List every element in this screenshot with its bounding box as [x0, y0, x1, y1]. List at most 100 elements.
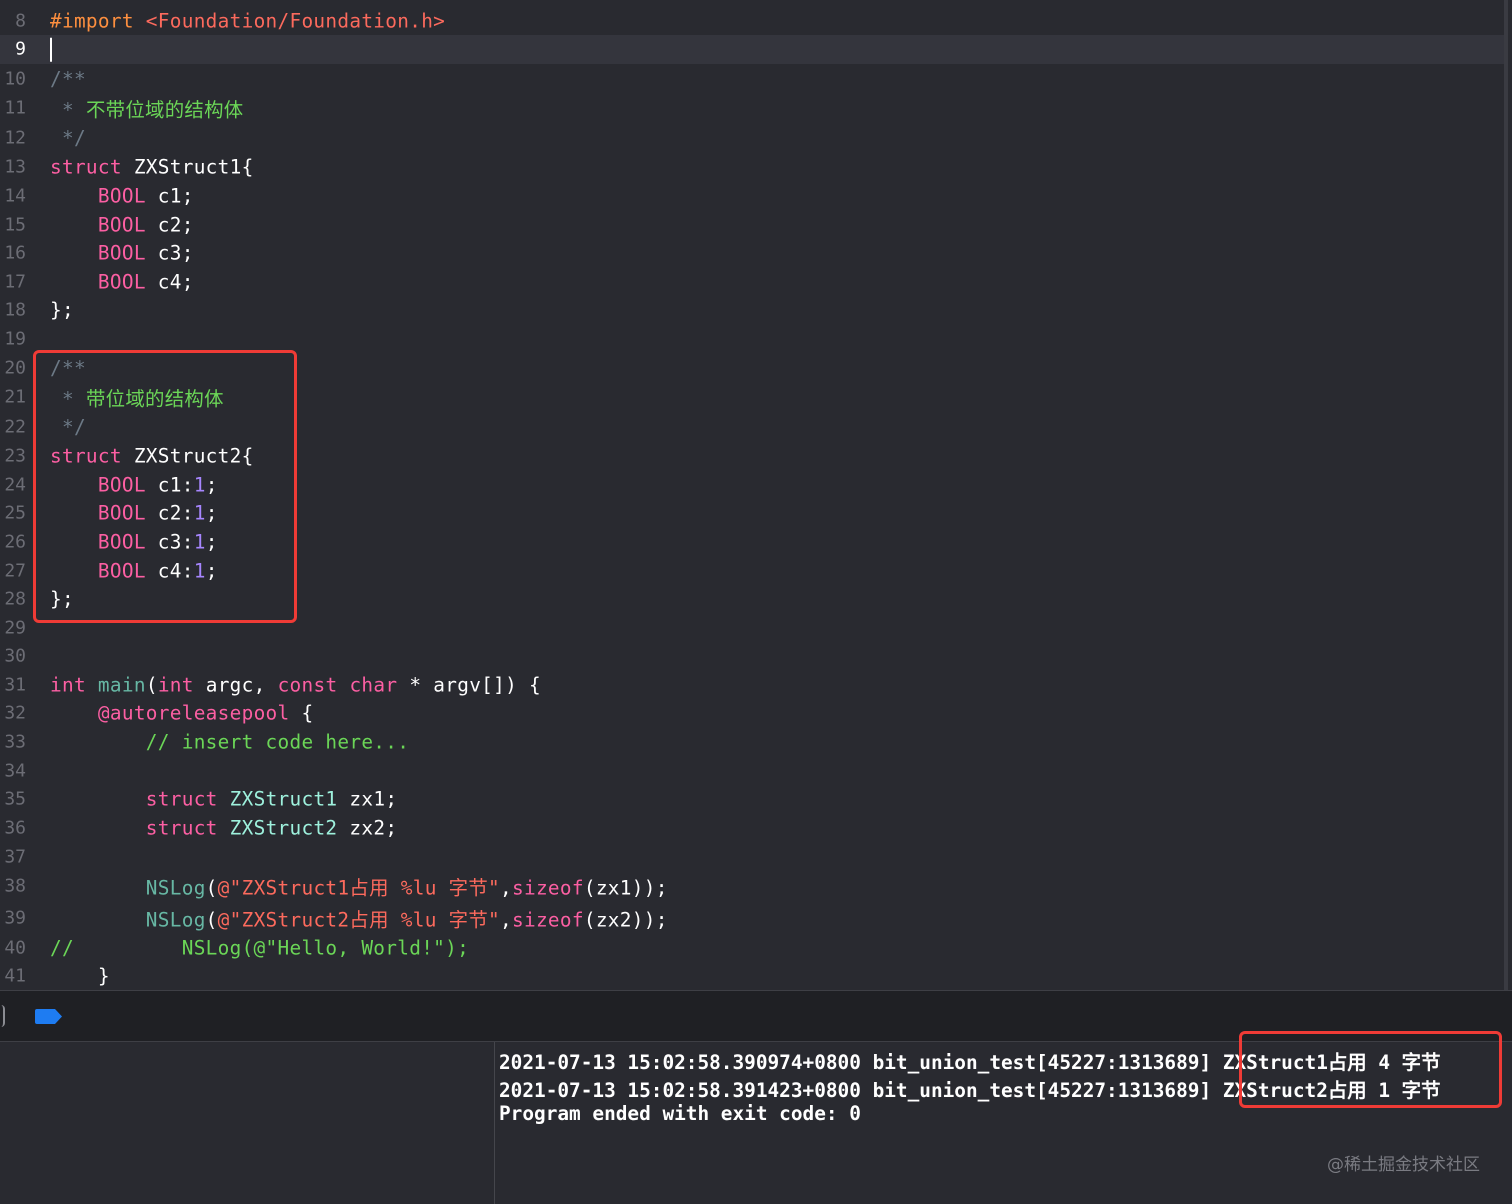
- line-number[interactable]: 19: [0, 329, 26, 350]
- code-text: struct ZXStruct1 zx1;: [50, 788, 397, 811]
- code-line[interactable]: 9: [0, 34, 1508, 64]
- line-number[interactable]: 13: [0, 157, 26, 178]
- code-line[interactable]: 30: [0, 642, 1508, 671]
- code-token: 字节: [448, 908, 489, 932]
- line-number[interactable]: 8: [0, 11, 26, 32]
- code-line[interactable]: 31 int main(int argc, const char * argv[]…: [0, 671, 1508, 700]
- code-token: (: [145, 673, 158, 697]
- code-line[interactable]: 37: [0, 843, 1508, 872]
- code-line[interactable]: 35 struct ZXStruct1 zx1;: [0, 785, 1508, 814]
- line-number[interactable]: 39: [0, 908, 26, 929]
- code-line[interactable]: 39 NSLog(@"ZXStruct2占用 %lu 字节",sizeof(zx…: [0, 904, 1508, 933]
- code-token: (: [205, 908, 218, 932]
- code-token: ,: [500, 908, 512, 932]
- line-number[interactable]: 21: [0, 387, 26, 408]
- line-number[interactable]: 41: [0, 966, 26, 987]
- console-line: Program ended with exit code: 0: [499, 1102, 861, 1125]
- line-number[interactable]: 32: [0, 703, 26, 724]
- line-number[interactable]: 17: [0, 272, 26, 293]
- editor-scrollbar[interactable]: [1504, 0, 1508, 990]
- line-number[interactable]: 23: [0, 446, 26, 467]
- code-line[interactable]: 40 // NSLog(@"Hello, World!");: [0, 934, 1508, 963]
- code-token: ": [488, 876, 501, 900]
- code-token: c1;: [145, 184, 194, 208]
- code-token: c4;: [145, 270, 194, 294]
- code-token: struct: [145, 787, 218, 811]
- line-number[interactable]: 38: [0, 876, 26, 897]
- line-number[interactable]: 9: [0, 39, 26, 60]
- code-line[interactable]: 32 @autoreleasepool {: [0, 699, 1508, 728]
- code-line[interactable]: 13 struct ZXStruct1{: [0, 153, 1508, 182]
- line-number[interactable]: 12: [0, 128, 26, 149]
- code-token: #import: [50, 9, 146, 33]
- code-line[interactable]: 36 struct ZXStruct2 zx2;: [0, 814, 1508, 843]
- code-line[interactable]: 41 }: [0, 962, 1508, 991]
- variables-pane[interactable]: [0, 1042, 495, 1204]
- line-number[interactable]: 27: [0, 561, 26, 582]
- line-number[interactable]: 10: [0, 69, 26, 90]
- line-number[interactable]: 22: [0, 417, 26, 438]
- code-text: };: [50, 299, 74, 322]
- code-line[interactable]: 14 BOOL c1;: [0, 182, 1508, 211]
- code-line[interactable]: 33 // insert code here...: [0, 728, 1508, 757]
- line-number[interactable]: 30: [0, 646, 26, 667]
- code-token: {: [289, 701, 314, 725]
- line-number[interactable]: 25: [0, 503, 26, 524]
- code-text: * 不带位域的结构体: [50, 94, 243, 123]
- code-token: zx1;: [337, 787, 398, 811]
- line-number[interactable]: 31: [0, 675, 26, 696]
- line-number[interactable]: 18: [0, 300, 26, 321]
- code-text: [50, 37, 52, 62]
- code-line[interactable]: 10 /**: [0, 65, 1508, 94]
- code-token: ZXStruct2: [229, 816, 338, 840]
- code-line[interactable]: 16 BOOL c3;: [0, 239, 1508, 268]
- line-number[interactable]: 33: [0, 732, 26, 753]
- code-text: BOOL c1;: [50, 185, 194, 208]
- code-line[interactable]: 12 */: [0, 124, 1508, 153]
- line-number[interactable]: 40: [0, 938, 26, 959]
- code-line[interactable]: 17 BOOL c4;: [0, 268, 1508, 297]
- code-token: argc,: [193, 673, 278, 697]
- code-token: @"ZXStruct2: [217, 908, 350, 932]
- code-token: // insert code here...: [145, 730, 410, 754]
- line-number[interactable]: 15: [0, 215, 26, 236]
- code-line[interactable]: 18};: [0, 296, 1508, 325]
- line-number[interactable]: 36: [0, 818, 26, 839]
- code-text: BOOL c3;: [50, 242, 194, 265]
- code-token: /**: [50, 67, 86, 91]
- code-token: 占用: [349, 908, 389, 932]
- breakpoint-toggle-icon[interactable]: [35, 1009, 62, 1024]
- line-number[interactable]: 37: [0, 847, 26, 868]
- line-number[interactable]: 24: [0, 475, 26, 496]
- code-text: struct ZXStruct2 zx2;: [50, 817, 397, 840]
- code-line[interactable]: 34: [0, 757, 1508, 786]
- line-number[interactable]: 11: [0, 98, 26, 119]
- debug-area-handle[interactable]: [0, 1005, 5, 1027]
- line-number[interactable]: 26: [0, 532, 26, 553]
- line-number[interactable]: 16: [0, 243, 26, 264]
- code-line[interactable]: 15 BOOL c2;: [0, 211, 1508, 240]
- line-number[interactable]: 34: [0, 761, 26, 782]
- code-line[interactable]: 8 #import <Foundation/Foundation.h>: [0, 7, 1508, 36]
- line-number[interactable]: 29: [0, 618, 26, 639]
- code-token: 字节: [448, 876, 489, 900]
- code-token: };: [50, 298, 74, 322]
- code-token: struct: [145, 816, 218, 840]
- line-number[interactable]: 14: [0, 186, 26, 207]
- line-number[interactable]: 28: [0, 589, 26, 610]
- line-number[interactable]: 35: [0, 789, 26, 810]
- code-line[interactable]: 38 NSLog(@"ZXStruct1占用 %lu 字节",sizeof(zx…: [0, 872, 1508, 901]
- code-token: @"ZXStruct1: [217, 876, 350, 900]
- line-number[interactable]: 20: [0, 358, 26, 379]
- code-line[interactable]: 11 * 不带位域的结构体: [0, 94, 1508, 123]
- text-caret: [50, 37, 52, 62]
